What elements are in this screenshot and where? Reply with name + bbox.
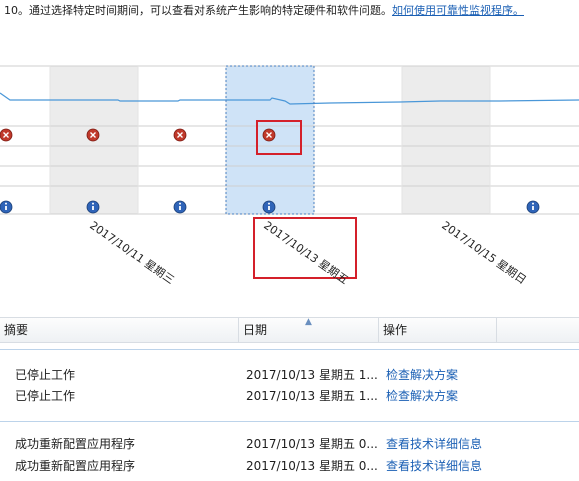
row-date: 2017/10/13 星期五 0...	[246, 437, 378, 451]
info-icon[interactable]	[173, 200, 187, 214]
shaded-day-column	[402, 66, 490, 214]
check-solution-link[interactable]: 检查解决方案	[386, 365, 458, 385]
view-details-link[interactable]: 查看技术详细信息	[386, 456, 482, 476]
row-summary: 成功重新配置应用程序	[15, 437, 136, 451]
intro-text: 10。通过选择特定时间期间，可以查看对系统产生影响的特定硬件和软件问题。如何使用…	[4, 2, 524, 18]
date-label: 2017/10/11 星期三	[87, 219, 176, 287]
date-label: 2017/10/13 星期五	[261, 219, 350, 287]
table-header: 摘要 日期 ▲ 操作	[0, 317, 579, 343]
error-icon[interactable]	[86, 128, 100, 142]
info-icon[interactable]	[86, 200, 100, 214]
date-label: 2017/10/15 星期日	[439, 219, 528, 287]
intro-sentence: 10。通过选择特定时间期间，可以查看对系统产生影响的特定硬件和软件问题。	[4, 4, 392, 17]
group-divider	[0, 421, 579, 422]
view-details-link[interactable]: 查看技术详细信息	[386, 434, 482, 454]
check-solution-link[interactable]: 检查解决方案	[386, 386, 458, 406]
table-row[interactable]: 成功重新配置应用程序 2017/10/13 星期五 0... 查看技术详细信息	[0, 434, 579, 454]
action-column-header[interactable]: 操作	[378, 318, 496, 342]
table-row[interactable]: 已停止工作 2017/10/13 星期五 1... 检查解决方案	[0, 365, 579, 385]
reliability-timeline: 2017/10/11 星期三 2017/10/13 星期五 2017/10/15…	[0, 65, 579, 287]
info-icon[interactable]	[0, 200, 13, 214]
group-divider	[0, 349, 579, 350]
empty-column-header	[496, 318, 579, 342]
summary-column-header[interactable]: 摘要	[0, 318, 238, 342]
info-icon[interactable]	[526, 200, 540, 214]
row-summary: 成功重新配置应用程序	[15, 459, 136, 473]
row-date: 2017/10/13 星期五 1...	[246, 389, 378, 403]
row-date: 2017/10/13 星期五 0...	[246, 459, 378, 473]
error-icon[interactable]	[262, 128, 276, 142]
sort-ascending-icon: ▲	[305, 317, 312, 327]
info-icon[interactable]	[262, 200, 276, 214]
error-icon[interactable]	[0, 128, 13, 142]
row-summary: 已停止工作	[15, 389, 76, 403]
table-row[interactable]: 已停止工作 2017/10/13 星期五 1... 检查解决方案	[0, 386, 579, 406]
help-link[interactable]: 如何使用可靠性监视程序。	[392, 4, 524, 17]
table-row[interactable]: 成功重新配置应用程序 2017/10/13 星期五 0... 查看技术详细信息	[0, 456, 579, 476]
row-date: 2017/10/13 星期五 1...	[246, 368, 378, 382]
error-icon[interactable]	[173, 128, 187, 142]
row-summary: 已停止工作	[15, 368, 76, 382]
